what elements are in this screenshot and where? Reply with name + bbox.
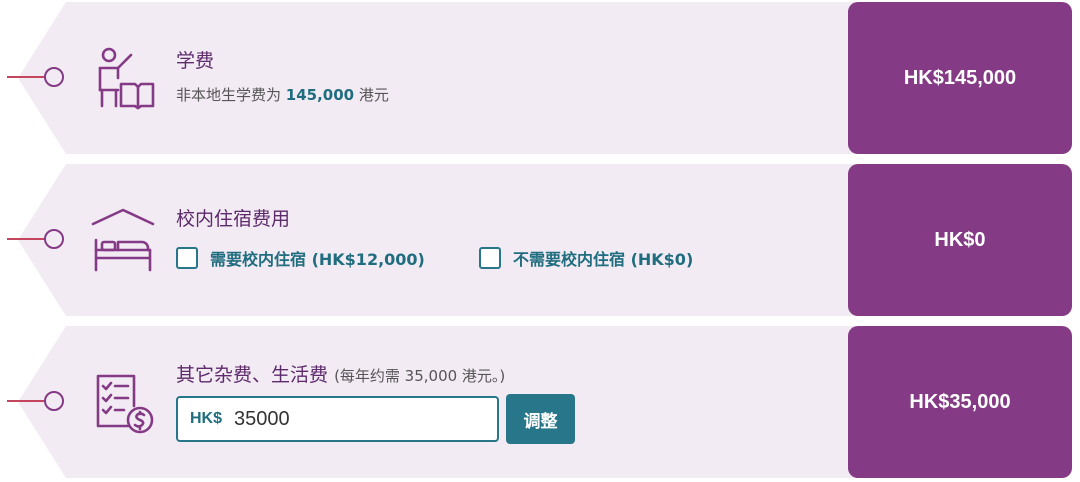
housing-option-no-need[interactable]: 不需要校内住宿 (HK$0): [479, 246, 693, 270]
misc-note: (每年约需 35,000 港元。): [334, 367, 506, 385]
tag-string: [7, 400, 45, 402]
tuition-subtitle-suffix: 港元: [358, 86, 389, 104]
misc-amount-field[interactable]: HK$: [176, 396, 499, 442]
tag-string: [7, 76, 45, 78]
housing-title: 校内住宿费用: [176, 208, 291, 230]
housing-option-no-need-label: 不需要校内住宿 (HK$0): [513, 250, 694, 269]
tag-string: [7, 238, 45, 240]
tuition-subtitle-amount: 145,000: [285, 86, 355, 104]
checkbox-need-housing[interactable]: [176, 247, 198, 269]
checklist-dollar-icon: [90, 370, 156, 436]
misc-row: 其它杂费、生活费 (每年约需 35,000 港元。) HK$ 调整 HK$35,…: [0, 326, 1080, 478]
tuition-price: HK$145,000: [848, 2, 1072, 154]
checkbox-no-housing[interactable]: [479, 247, 501, 269]
bed-house-icon: [90, 206, 156, 272]
housing-option-need[interactable]: 需要校内住宿 (HK$12,000): [176, 246, 425, 270]
housing-row: 校内住宿费用 需要校内住宿 (HK$12,000) 不需要校内住宿 (HK$0)…: [0, 164, 1080, 316]
misc-title-text: 其它杂费、生活费: [176, 364, 329, 386]
currency-prefix: HK$: [190, 410, 223, 427]
tuition-subtitle-prefix: 非本地生学费为: [176, 86, 282, 104]
adjust-button[interactable]: 调整: [506, 394, 575, 444]
misc-amount-input[interactable]: [234, 407, 465, 431]
misc-title: 其它杂费、生活费 (每年约需 35,000 港元。): [176, 360, 505, 387]
misc-price: HK$35,000: [848, 326, 1072, 478]
teacher-book-icon: [90, 46, 156, 112]
tag-ring: [44, 229, 64, 249]
tuition-title: 学费: [176, 50, 215, 72]
tuition-subtitle: 非本地生学费为 145,000 港元: [176, 84, 389, 105]
tuition-row: 学费 非本地生学费为 145,000 港元 HK$145,000: [0, 2, 1080, 154]
tag-ring: [44, 391, 64, 411]
housing-price: HK$0: [848, 164, 1072, 316]
housing-option-need-label: 需要校内住宿 (HK$12,000): [210, 250, 425, 269]
tag-ring: [44, 67, 64, 87]
